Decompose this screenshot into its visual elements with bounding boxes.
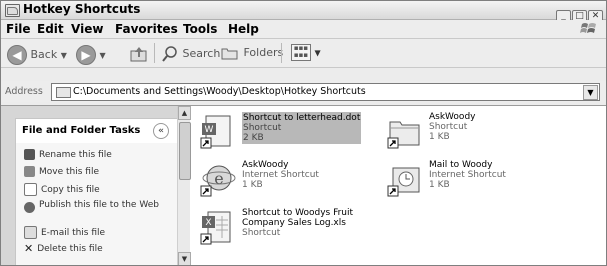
folder-shortcut-icon [387,121,420,149]
task-delete[interactable]: ✕ Delete this file [24,243,103,254]
folders-label: Folders [243,46,284,59]
task-rename[interactable]: Rename this file [24,149,112,160]
file-folder-tasks-panel: File and Folder Tasks « Rename this file… [15,118,178,265]
rename-icon [24,149,35,160]
scroll-down-button[interactable]: ▼ [178,252,191,265]
menu-file[interactable]: File [6,22,31,36]
scroll-up-button[interactable]: ▲ [178,106,191,120]
address-bar: Address C:\Documents and Settings\Woody\… [1,81,606,102]
address-path: C:\Documents and Settings\Woody\Desktop\… [73,86,366,97]
folder-icon [56,87,71,98]
email-icon [24,226,37,239]
task-panel-title: File and Folder Tasks [22,125,141,136]
task-label: E-mail this file [41,228,106,238]
windows-logo-icon [580,23,596,33]
title-bar[interactable]: Hotkey Shortcuts _ □ ✕ [1,1,606,24]
explorer-window: Hotkey Shortcuts _ □ ✕ File Edit View Favo… [0,0,607,266]
search-label: Search [182,47,221,60]
file-name: Mail to Woody [429,160,493,170]
task-label: Copy this file [41,185,100,195]
file-name: Shortcut to letterhead.dot [243,113,361,123]
copy-icon [24,183,37,196]
forward-arrow-icon: ▶ [76,45,96,65]
collapse-chevron-icon[interactable]: « [153,123,169,139]
file-name: Shortcut to Woodys Fruit [242,208,354,218]
file-type: Shortcut [429,122,468,132]
folders-button[interactable]: Folders [220,45,283,61]
file-type: Shortcut [242,228,281,238]
file-type: Shortcut [243,123,282,133]
task-pane: File and Folder Tasks « Rename this file… [1,106,191,265]
scroll-thumb[interactable] [179,122,191,180]
task-move[interactable]: Move this file [24,166,99,177]
globe-icon [24,202,35,213]
file-size: 1 KB [429,180,450,190]
file-name: AskWoody [429,112,476,122]
menu-tools[interactable]: Tools [183,22,217,36]
window-title: Hotkey Shortcuts [23,2,141,16]
task-pane-scrollbar[interactable]: ▲ ▼ [177,106,191,265]
folders-icon [221,48,238,60]
file-type: Internet Shortcut [242,170,319,180]
task-email[interactable]: E-mail this file [24,226,105,239]
up-folder-button[interactable] [129,45,149,66]
folder-icon [5,4,20,17]
search-icon [162,46,177,62]
task-label: Publish this file to the Web [39,200,159,210]
menu-edit[interactable]: Edit [37,22,64,36]
menu-view[interactable]: View [71,22,103,36]
task-label: Move this file [39,167,99,177]
file-name: AskWoody [242,160,289,170]
task-label: Rename this file [39,150,112,160]
word-doc-shortcut-icon: W [200,115,231,149]
menu-bar: File Edit View Favorites Tools Help [1,20,606,39]
views-button[interactable]: ▪▪▪ ▪▪▪ ▼ [291,44,321,61]
menu-favorites[interactable]: Favorites [115,22,178,36]
delete-icon: ✕ [24,242,34,255]
file-size: 1 KB [429,132,450,142]
svg-text:W: W [205,125,214,135]
file-size: 2 KB [243,133,264,143]
task-panel-header[interactable]: File and Folder Tasks « [16,119,177,143]
task-copy[interactable]: Copy this file [24,183,100,196]
task-publish[interactable]: Publish this file to the Web [24,200,164,213]
forward-button[interactable]: ▶ ▼ [76,45,106,65]
back-arrow-icon: ◀ [7,45,27,65]
menu-help[interactable]: Help [228,22,259,36]
file-name-cont: Company Sales Log.xls [242,218,346,228]
views-icon: ▪▪▪ ▪▪▪ [291,44,311,61]
up-folder-icon [130,47,147,62]
address-dropdown-button[interactable]: ▼ [583,85,598,100]
excel-shortcut-icon: X [200,211,231,245]
task-label: Delete this file [37,244,103,254]
toolbar: ◀ Back ▼ ▶ ▼ Search Folders ▪▪▪ ▪▪▪ ▼ [1,39,606,68]
address-label: Address [5,86,43,97]
internet-shortcut-icon: e [200,165,236,197]
mail-shortcut-icon [387,167,420,197]
file-type: Internet Shortcut [429,170,506,180]
move-icon [24,166,35,177]
file-size: 1 KB [242,180,263,190]
address-field[interactable]: C:\Documents and Settings\Woody\Desktop\… [51,83,600,101]
search-button[interactable]: Search [161,45,220,63]
back-label: Back [30,48,58,61]
svg-text:X: X [205,218,211,228]
back-button[interactable]: ◀ Back ▼ [7,45,67,65]
main-area: File and Folder Tasks « Rename this file… [1,105,606,265]
